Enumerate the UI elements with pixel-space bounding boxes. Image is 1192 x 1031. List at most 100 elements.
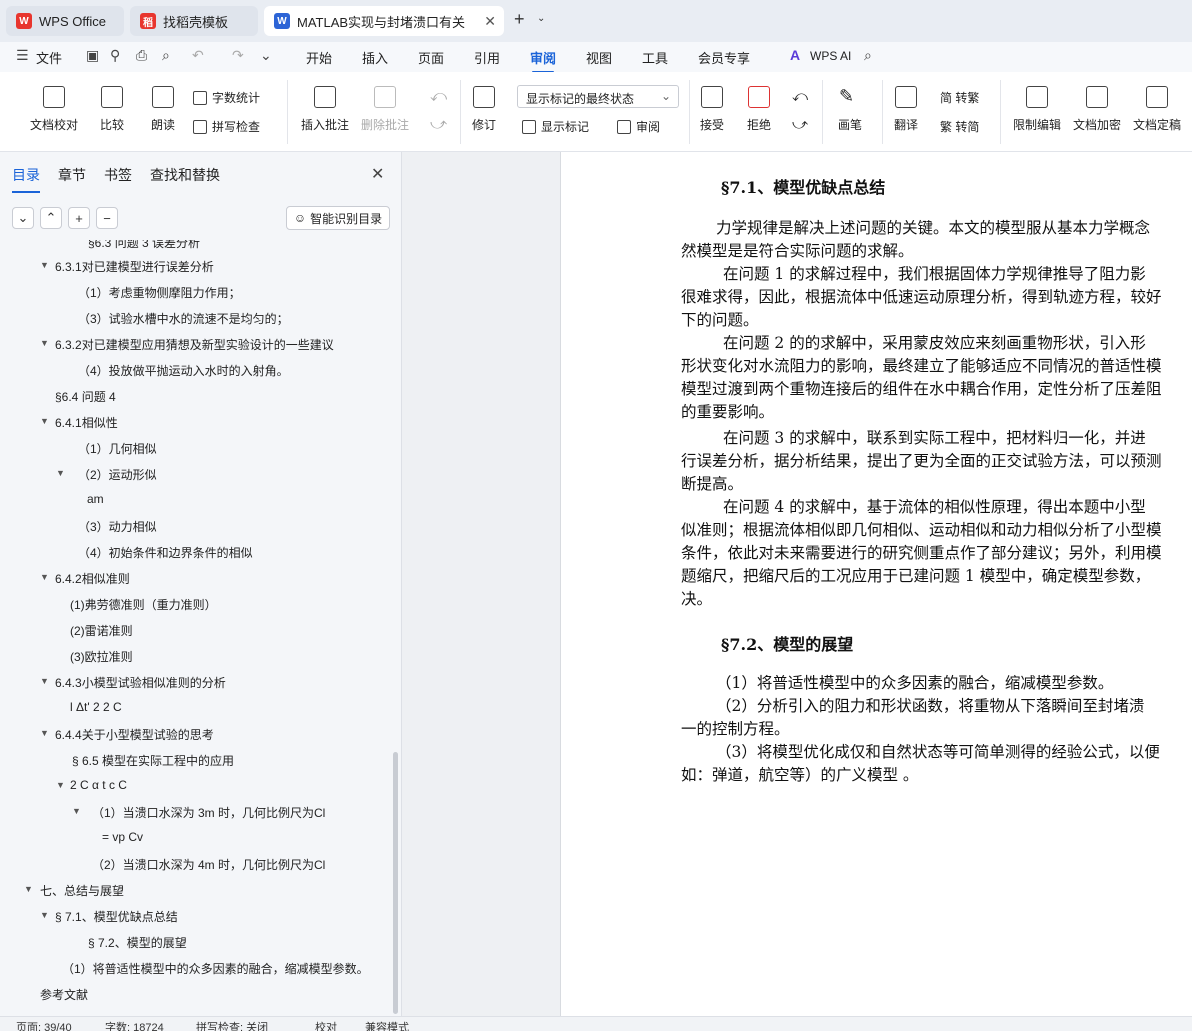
hamburger-icon[interactable]: ☰ — [16, 47, 29, 64]
redo-icon[interactable]: ↷ — [232, 47, 244, 64]
remove-heading-button[interactable]: − — [96, 207, 118, 229]
toc-item[interactable]: (3)欧拉准则 — [70, 648, 133, 665]
finalize-button[interactable]: 文档定稿 — [1133, 86, 1181, 133]
toc-item[interactable]: (1)弗劳德准则（重力准则） — [70, 596, 217, 613]
show-markup-button[interactable]: 显示标记 — [522, 118, 589, 135]
spell-check-button[interactable]: 拼写检查 — [193, 118, 260, 135]
menu-home[interactable]: 开始 — [306, 48, 332, 67]
menu-file[interactable]: 文件 — [36, 48, 62, 67]
expand-triangle-icon[interactable]: ▼ — [72, 806, 81, 816]
toc-item[interactable]: 6.3.2对已建模型应用猜想及新型实验设计的一些建议 — [55, 336, 334, 353]
pen-button[interactable]: ✎ 画笔 — [838, 86, 862, 133]
proofread-status[interactable]: 校对 — [315, 1019, 337, 1031]
prev-comment-icon[interactable]: ⤺ — [430, 88, 447, 106]
share-icon[interactable]: ⚲ — [110, 47, 120, 64]
menu-insert[interactable]: 插入 — [362, 48, 388, 67]
tab-bookmarks[interactable]: 书签 — [104, 165, 132, 185]
search-icon[interactable]: ⌕ — [864, 47, 872, 64]
tab-find-replace[interactable]: 查找和替换 — [150, 165, 220, 185]
menu-membership[interactable]: 会员专享 — [698, 48, 750, 67]
sidebar-scrollbar[interactable] — [393, 752, 398, 1014]
toc-item[interactable]: § 7.1、模型优缺点总结 — [55, 908, 178, 925]
read-aloud-button[interactable]: 朗读 — [151, 86, 175, 133]
print-preview-icon[interactable]: ⌕ — [162, 47, 170, 64]
expand-triangle-icon[interactable]: ▼ — [40, 260, 49, 270]
toc-item[interactable]: （1）将普适性模型中的众多因素的融合，缩减模型参数。 — [62, 960, 369, 977]
to-simplified-button[interactable]: 繁 转简 — [940, 118, 979, 135]
toc-item[interactable]: （3）动力相似 — [78, 518, 157, 535]
expand-triangle-icon[interactable]: ▼ — [40, 416, 49, 426]
spell-check-status[interactable]: 拼写检查: 关闭 — [196, 1019, 268, 1031]
document-page[interactable]: §7.1、模型优缺点总结 力学规律是解决上述问题的关键。本文的模型服从基本力学概… — [560, 152, 1192, 1016]
expand-triangle-icon[interactable]: ▼ — [40, 676, 49, 686]
expand-triangle-icon[interactable]: ▼ — [24, 884, 33, 894]
toc-item[interactable]: （1）几何相似 — [78, 440, 157, 457]
proofread-button[interactable]: 文档校对 — [30, 86, 78, 133]
toc-item[interactable]: （4）初始条件和边界条件的相似 — [78, 544, 253, 561]
prev-revision-icon[interactable]: ⤺ — [792, 88, 808, 105]
toc-item[interactable]: 七、总结与展望 — [40, 882, 124, 899]
toc-item[interactable]: （2）运动形似 — [78, 466, 157, 483]
toc-item[interactable]: 参考文献 — [40, 986, 88, 1003]
tab-wps-office[interactable]: W WPS Office — [6, 6, 124, 36]
expand-triangle-icon[interactable]: ▼ — [40, 572, 49, 582]
undo-icon[interactable]: ↶ — [192, 47, 204, 64]
word-count-button[interactable]: 字数统计 — [193, 89, 260, 106]
menu-references[interactable]: 引用 — [474, 48, 500, 67]
next-revision-icon[interactable]: ⤻ — [792, 116, 808, 133]
expand-triangle-icon[interactable]: ▼ — [56, 780, 65, 790]
insert-comment-button[interactable]: 插入批注 — [301, 86, 349, 133]
accept-button[interactable]: 接受 — [700, 86, 724, 133]
toc-item[interactable]: l Δt' 2 2 C — [70, 700, 122, 714]
toc-item[interactable]: § 7.2、模型的展望 — [88, 934, 187, 951]
markup-state-dropdown[interactable]: 显示标记的最终状态 ⌄ — [517, 85, 679, 108]
toc-item[interactable]: 6.4.3小模型试验相似准则的分析 — [55, 674, 226, 691]
toc-item[interactable]: （1）当溃口水深为 3m 时，几何比例尺为Cl — [92, 804, 325, 821]
expand-triangle-icon[interactable]: ▼ — [40, 728, 49, 738]
tab-chapters[interactable]: 章节 — [58, 165, 86, 185]
add-heading-button[interactable]: + — [68, 207, 90, 229]
toc-item[interactable]: = vp Cv — [102, 830, 143, 844]
new-tab-icon[interactable]: + — [514, 9, 525, 30]
toc-item[interactable]: 6.3.1对已建模型进行误差分析 — [55, 258, 214, 275]
compare-button[interactable]: 比较 — [100, 86, 124, 133]
toc-item[interactable]: §6.4 问题 4 — [55, 388, 116, 405]
chevron-down-icon[interactable]: ⌄ — [537, 13, 545, 24]
to-traditional-button[interactable]: 简 转繁 — [940, 89, 979, 106]
expand-triangle-icon[interactable]: ▼ — [40, 338, 49, 348]
chevron-down-icon[interactable]: ⌄ — [260, 47, 272, 64]
save-icon[interactable]: ▣ — [86, 47, 99, 64]
tab-document[interactable]: W MATLAB实现与封堵溃口有关 ✕ — [264, 6, 504, 36]
toc-item[interactable]: 6.4.1相似性 — [55, 414, 118, 431]
tab-daoke-templates[interactable]: 稻 找稻壳模板 — [130, 6, 258, 36]
collapse-all-button[interactable]: ⌄ — [12, 207, 34, 229]
review-pane-button[interactable]: 审阅 — [617, 118, 660, 135]
page-indicator[interactable]: 页面: 39/40 — [16, 1019, 72, 1031]
revise-button[interactable]: 修订 — [472, 86, 496, 133]
toc-item[interactable]: (2)雷诺准则 — [70, 622, 133, 639]
print-icon[interactable]: ⎙ — [136, 47, 147, 64]
menu-wps-ai[interactable]: WPS AI — [810, 49, 851, 63]
close-icon[interactable]: ✕ — [371, 164, 384, 184]
toc-item[interactable]: 2 C α t c C — [70, 778, 127, 792]
toc-item[interactable]: 6.4.4关于小型模型试验的思考 — [55, 726, 214, 743]
reject-button[interactable]: 拒绝 — [747, 86, 771, 133]
smart-toc-button[interactable]: ☺ 智能识别目录 — [286, 206, 390, 230]
toc-item[interactable]: § 6.5 模型在实际工程中的应用 — [72, 752, 234, 769]
toc-item[interactable]: 6.4.2相似准则 — [55, 570, 130, 587]
toc-item[interactable]: am — [87, 492, 104, 506]
menu-page[interactable]: 页面 — [418, 48, 444, 67]
toc-item[interactable]: （3）试验水槽中水的流速不是均匀的； — [78, 310, 289, 327]
menu-review[interactable]: 审阅 — [530, 48, 556, 73]
expand-triangle-icon[interactable]: ▼ — [40, 910, 49, 920]
toc-item[interactable]: （1）考虑重物侧摩阻力作用； — [78, 284, 241, 301]
expand-triangle-icon[interactable]: ▼ — [56, 468, 65, 478]
word-count-indicator[interactable]: 字数: 18724 — [105, 1019, 164, 1031]
translate-button[interactable]: 翻译 — [894, 86, 918, 133]
close-icon[interactable]: ✕ — [484, 13, 496, 30]
menu-view[interactable]: 视图 — [586, 48, 612, 67]
expand-up-button[interactable]: ⌃ — [40, 207, 62, 229]
toc-item[interactable]: （2）当溃口水深为 4m 时，几何比例尺为Cl — [92, 856, 325, 873]
next-comment-icon[interactable]: ⤻ — [430, 116, 447, 134]
restrict-edit-button[interactable]: 限制编辑 — [1013, 86, 1061, 133]
